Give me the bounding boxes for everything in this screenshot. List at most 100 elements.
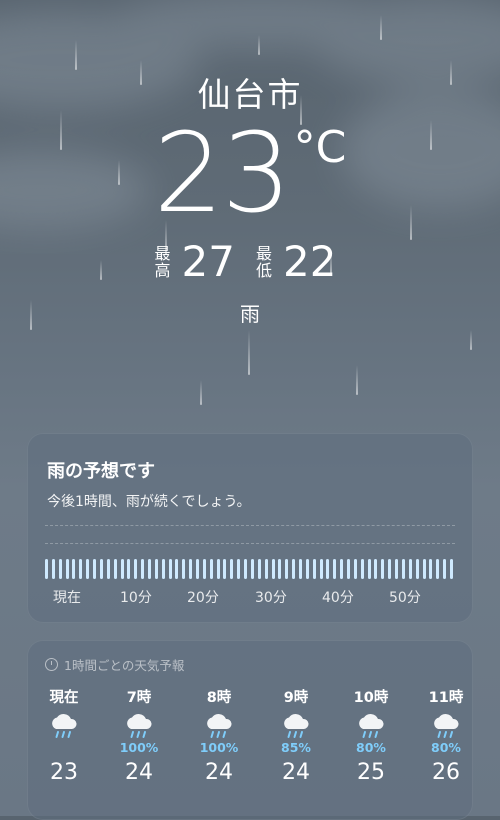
- rain-bar: [106, 559, 110, 579]
- rain-bar: [388, 559, 392, 579]
- high-value: 27: [181, 237, 235, 286]
- rain-bar: [429, 559, 433, 579]
- rain-bar: [264, 559, 268, 579]
- precip-chance: [34, 740, 94, 756]
- hourly-header: 1時間ごとの天気予報: [45, 655, 184, 674]
- rain-bar: [292, 559, 296, 579]
- rain-bar: [271, 559, 275, 579]
- rain-bar: [79, 559, 83, 579]
- rain-bar: [45, 559, 48, 579]
- hourly-header-label: 1時間ごとの天気予報: [64, 658, 185, 673]
- rain-bar: [250, 559, 254, 579]
- time-label: 20分: [187, 590, 219, 606]
- hour-temp: 24: [205, 760, 233, 785]
- precip-chance: 85%: [281, 740, 311, 755]
- rain-bar: [58, 559, 62, 579]
- rain-bar: [86, 559, 90, 579]
- hourly-item: 11時 80% 26: [416, 686, 476, 785]
- rain-bar: [278, 559, 282, 579]
- precip-chance: 100%: [199, 740, 239, 755]
- clock-icon: [45, 658, 58, 671]
- rain-bar: [99, 559, 103, 579]
- rain-cloud-icon: [355, 714, 387, 740]
- rain-cloud-icon: [123, 714, 155, 740]
- hourly-list[interactable]: 現在 23 7時 100% 24 8時 100% 24 9時 85% 24 10…: [27, 686, 473, 796]
- rain-bar: [395, 559, 399, 579]
- rain-bar: [196, 559, 200, 579]
- rain-bar: [134, 559, 138, 579]
- precip-chance: 80%: [356, 740, 386, 755]
- time-label: 30分: [255, 590, 287, 606]
- rain-bar: [353, 559, 357, 579]
- hour-label: 11時: [428, 690, 464, 706]
- rain-bar: [189, 559, 193, 579]
- rain-bar: [161, 559, 165, 579]
- hour-temp: 26: [432, 760, 460, 785]
- rain-bar: [367, 559, 371, 579]
- hourly-item: 7時 100% 24: [109, 686, 169, 785]
- time-label: 10分: [120, 590, 152, 606]
- hour-temp: 25: [357, 760, 385, 785]
- rain-cloud-icon: [48, 714, 80, 740]
- rain-bar: [381, 559, 385, 579]
- hourly-item: 現在 23: [34, 686, 94, 785]
- rain-bar: [408, 559, 412, 579]
- rain-bar: [305, 559, 309, 579]
- rain-cloud-icon: [203, 714, 235, 740]
- hour-label: 8時: [206, 690, 232, 706]
- low-value: 22: [283, 237, 337, 286]
- rain-cloud-icon: [430, 714, 462, 740]
- hour-label: 現在: [49, 690, 79, 706]
- rain-bar: [285, 559, 289, 579]
- hourly-item: 10時 80% 25: [341, 686, 401, 785]
- rain-bar: [93, 559, 97, 579]
- temperature-value: 23: [153, 109, 292, 237]
- guide-line: [45, 543, 455, 544]
- hour-label: 10時: [353, 690, 389, 706]
- rain-bar: [326, 559, 330, 579]
- rain-bar: [168, 559, 172, 579]
- rain-bar: [65, 559, 69, 579]
- rain-forecast-card[interactable]: 雨の予想です 今後1時間、雨が続くでしょう。 現在 10分 20分 30分 40…: [27, 433, 473, 623]
- hour-label: 9時: [283, 690, 309, 706]
- rain-bar: [312, 559, 316, 579]
- hour-temp: 24: [282, 760, 310, 785]
- time-label: 現在: [53, 590, 81, 606]
- rain-bar: [72, 559, 76, 579]
- rain-bar: [443, 559, 447, 579]
- rain-cloud-icon: [280, 714, 312, 740]
- high-low: 最高 27 最低 22: [0, 240, 500, 284]
- rain-intensity-bars: [45, 557, 453, 579]
- rain-bar: [436, 559, 440, 579]
- rain-bar: [298, 559, 302, 579]
- rain-bar: [374, 559, 378, 579]
- condition-text: 雨: [240, 302, 260, 326]
- current-temperature: 23 °C: [0, 118, 500, 228]
- rain-bar: [450, 559, 453, 579]
- rain-bar: [223, 559, 227, 579]
- hourly-forecast-card[interactable]: 1時間ごとの天気予報 現在 23 7時 100% 24 8時 100% 24 9…: [27, 640, 473, 820]
- guide-line: [45, 525, 455, 526]
- rain-bar: [154, 559, 158, 579]
- hourly-item: 9時 85% 24: [266, 686, 326, 785]
- rain-bar: [360, 559, 364, 579]
- rain-bar: [401, 559, 405, 579]
- hourly-item: 8時 100% 24: [189, 686, 249, 785]
- rain-bar: [182, 559, 186, 579]
- rain-forecast-subtitle: 今後1時間、雨が続くでしょう。: [47, 494, 251, 510]
- rain-bar: [422, 559, 426, 579]
- rain-bar: [244, 559, 248, 579]
- rain-bar: [319, 559, 323, 579]
- precip-chance: 80%: [431, 740, 461, 755]
- time-label: 40分: [322, 590, 354, 606]
- rain-bar: [51, 559, 55, 579]
- rain-bar: [113, 559, 117, 579]
- rain-bar: [147, 559, 151, 579]
- precip-chance: 100%: [119, 740, 159, 755]
- rain-bar: [216, 559, 220, 579]
- hour-temp: 23: [50, 760, 78, 785]
- hour-temp: 24: [125, 760, 153, 785]
- rain-bar: [120, 559, 124, 579]
- rain-bar: [347, 559, 351, 579]
- temperature-unit: °C: [293, 122, 347, 173]
